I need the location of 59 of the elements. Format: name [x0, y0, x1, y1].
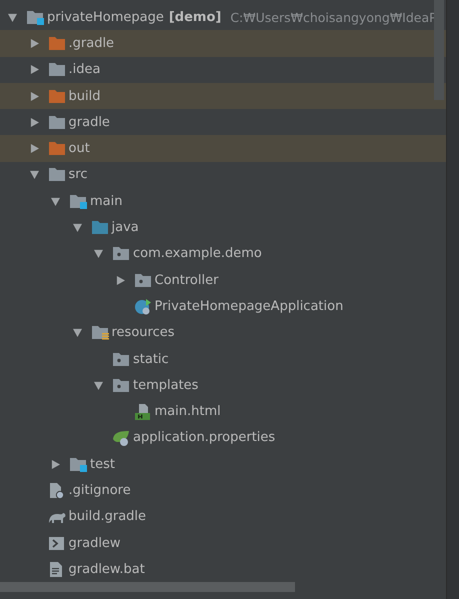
folder-icon	[48, 166, 66, 184]
tree-item-label[interactable]: build	[68, 88, 100, 104]
folder-icon	[48, 88, 66, 105]
tree-item-label[interactable]: resources	[112, 325, 175, 340]
tree-item-label[interactable]: .gitignore	[68, 482, 131, 498]
tree-item-label[interactable]: gradlew.bat	[68, 562, 145, 577]
package-icon	[112, 376, 130, 394]
folder-icon	[48, 34, 66, 52]
expand-arrow-icon[interactable]	[51, 460, 60, 469]
folder-icon	[69, 192, 87, 210]
tree-item-label[interactable]: java	[112, 220, 139, 236]
package-icon	[112, 245, 130, 262]
module-name: [demo]	[168, 10, 222, 25]
expand-arrow-icon[interactable]	[116, 276, 124, 285]
expand-arrow-icon[interactable]	[30, 144, 38, 154]
folder-icon	[26, 8, 44, 26]
expand-arrow-icon[interactable]	[30, 38, 38, 48]
tree-item-label[interactable]: .gradle	[68, 36, 114, 51]
collapse-arrow-icon[interactable]	[72, 223, 82, 232]
tree-item-label[interactable]: gradle	[68, 114, 110, 130]
tree-item-label[interactable]: static	[133, 352, 169, 366]
terminal-icon	[48, 534, 66, 552]
expand-arrow-icon[interactable]	[30, 92, 38, 101]
collapse-arrow-icon[interactable]	[72, 328, 82, 338]
folder-icon	[48, 114, 66, 131]
class-icon	[134, 298, 152, 315]
tree-item-label[interactable]: Controller	[154, 272, 218, 288]
package-icon	[112, 350, 130, 368]
folder-icon	[48, 61, 66, 78]
tree-item-label[interactable]: com.example.demo	[133, 246, 262, 262]
html-file-icon	[134, 403, 152, 420]
folder-icon	[69, 456, 87, 473]
tree-item-label[interactable]: test	[90, 456, 115, 472]
folder-icon	[48, 140, 66, 158]
file-icon	[48, 482, 66, 499]
tree-item-label[interactable]: application.properties	[133, 430, 276, 446]
tree-item-label[interactable]: .idea	[68, 62, 100, 78]
project-path: C:₩Users₩choisangyong₩IdeaP	[230, 10, 437, 25]
scrollbar-thumb[interactable]	[0, 582, 295, 592]
expand-arrow-icon[interactable]	[30, 118, 38, 127]
tree-item-label[interactable]: src	[68, 167, 88, 182]
collapse-arrow-icon[interactable]	[94, 249, 103, 258]
tree-item-label[interactable]: gradlew	[68, 536, 121, 551]
collapse-arrow-icon[interactable]	[94, 380, 103, 390]
collapse-arrow-icon[interactable]	[51, 196, 60, 206]
tree-item-label[interactable]: privateHomepage	[47, 10, 164, 25]
collapse-arrow-icon[interactable]	[8, 12, 17, 22]
collapse-arrow-icon[interactable]	[30, 170, 38, 180]
folder-icon	[90, 219, 108, 236]
tree-item-label[interactable]: build.gradle	[68, 509, 146, 524]
expand-arrow-icon[interactable]	[30, 65, 38, 74]
tree-item-label[interactable]: PrivateHomepageApplication	[154, 298, 344, 314]
tree-item-label[interactable]: main.html	[154, 404, 221, 420]
tree-item-label[interactable]: templates	[133, 378, 198, 393]
folder-icon	[90, 324, 108, 342]
leaf-icon	[112, 429, 130, 446]
tree-item-label[interactable]: main	[90, 194, 122, 209]
tree-item-label[interactable]: out	[68, 141, 90, 156]
package-icon	[134, 272, 152, 289]
